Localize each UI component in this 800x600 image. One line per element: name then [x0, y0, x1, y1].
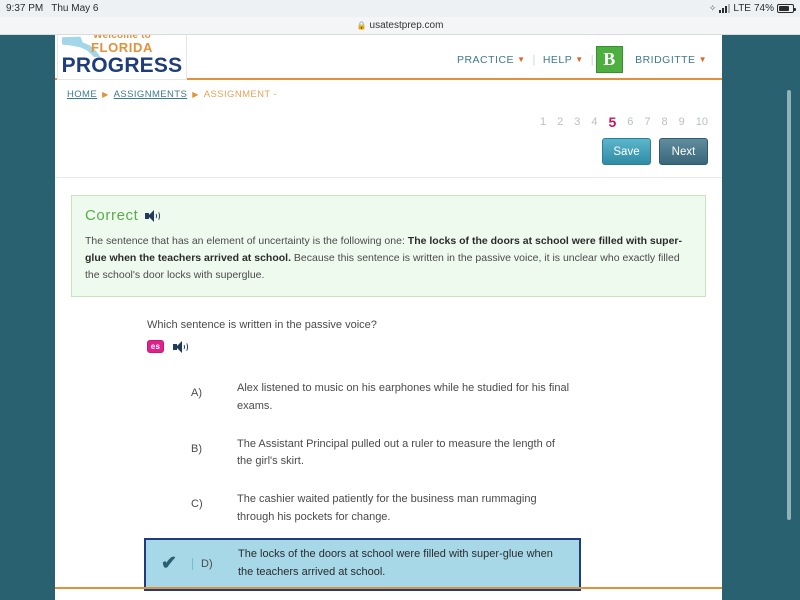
nav-practice[interactable]: PRACTICE ▼: [450, 54, 533, 66]
site-logo[interactable]: Welcome to FLORIDA PROGRESS: [57, 35, 187, 80]
caret-down-icon: ▼: [517, 54, 526, 64]
answer-options: A) Alex listened to music on his earphon…: [144, 371, 722, 591]
browser-url-bar[interactable]: 🔒 usatestprep.com: [0, 17, 800, 35]
answer-letter: A): [191, 387, 202, 399]
question-pager: 1 2 3 4 5 6 7 8 9 10: [55, 114, 722, 130]
ios-status-bar: 9:37 PM Thu May 6 ✧ LTE 74%: [0, 0, 800, 17]
chevron-right-icon: ▶: [102, 90, 109, 99]
signal-bars-icon: [719, 4, 731, 13]
site-header: Welcome to FLORIDA PROGRESS PRACTICE ▼ |…: [55, 35, 722, 80]
nav-divider: |: [590, 53, 595, 66]
answer-letter: D): [192, 557, 238, 570]
nav-help[interactable]: HELP ▼: [536, 54, 591, 66]
correct-explanation: The sentence that has an element of unce…: [85, 233, 692, 284]
pager-page-2[interactable]: 2: [557, 116, 563, 128]
logo-state-text: FLORIDA: [91, 40, 153, 55]
url-text: usatestprep.com: [369, 20, 444, 31]
footer-divider: [55, 587, 722, 589]
answer-option-c[interactable]: C) The cashier waited patiently for the …: [147, 482, 722, 533]
pager-page-1[interactable]: 1: [540, 116, 546, 128]
nav-help-label: HELP: [542, 53, 573, 66]
answer-text: The Assistant Principal pulled out a rul…: [237, 437, 555, 468]
correct-heading-row: Correct: [85, 207, 692, 224]
page-content: Welcome to FLORIDA PROGRESS PRACTICE ▼ |…: [55, 35, 722, 600]
pager-page-10[interactable]: 10: [696, 116, 708, 128]
question-tools: es: [147, 340, 722, 353]
caret-down-icon: ▼: [698, 54, 707, 64]
question-area: Which sentence is written in the passive…: [55, 297, 722, 600]
pager-page-6[interactable]: 6: [627, 116, 633, 128]
page-scrollbar[interactable]: [787, 90, 791, 520]
pager-page-4[interactable]: 4: [591, 116, 597, 128]
answer-option-d-selected[interactable]: ✔ D) The locks of the doors at school we…: [144, 537, 581, 591]
breadcrumb-home[interactable]: HOME: [67, 89, 97, 100]
pager-page-3[interactable]: 3: [574, 116, 580, 128]
clock-date: Thu May 6: [51, 3, 99, 14]
battery-percent: 74%: [753, 3, 774, 14]
logo-program-text: PROGRESS: [61, 54, 183, 77]
clock-time: 9:37 PM: [6, 3, 44, 14]
breadcrumb-current: ASSIGNMENT -: [203, 89, 278, 100]
nav-practice-label: PRACTICE: [456, 53, 515, 66]
answer-text: The locks of the doors at school were fi…: [238, 547, 553, 578]
nav-user-menu[interactable]: BRIDGITTE ▼: [628, 54, 714, 66]
pager-page-8[interactable]: 8: [662, 116, 668, 128]
next-button[interactable]: Next: [659, 138, 708, 165]
pager-page-9[interactable]: 9: [679, 116, 685, 128]
breadcrumb: HOME ▶ ASSIGNMENTS ▶ ASSIGNMENT -: [55, 80, 722, 100]
nav-user-label: BRIDGITTE: [635, 53, 696, 66]
correct-feedback-panel: Correct The sentence that has an element…: [71, 195, 706, 297]
answer-option-a[interactable]: A) Alex listened to music on his earphon…: [147, 371, 722, 422]
answer-check-slot: ✔: [146, 554, 192, 573]
answer-letter: C): [191, 498, 203, 511]
question-prompt: Which sentence is written in the passive…: [147, 319, 377, 331]
answer-text: Alex listened to music on his earphones …: [237, 382, 570, 412]
translate-spanish-icon[interactable]: es: [147, 340, 164, 353]
status-bar-left: 9:37 PM Thu May 6: [6, 3, 99, 14]
right-rail: [722, 35, 800, 600]
battery-icon: [777, 4, 796, 13]
action-buttons: Save Next: [55, 138, 722, 178]
speaker-icon[interactable]: [145, 209, 161, 222]
caret-down-icon: ▼: [575, 54, 584, 64]
answer-letter: B): [191, 442, 202, 455]
browser-viewport: Welcome to FLORIDA PROGRESS PRACTICE ▼ |…: [0, 35, 800, 600]
speaker-icon[interactable]: [173, 340, 188, 353]
save-button[interactable]: Save: [602, 138, 651, 165]
top-navigation: PRACTICE ▼ | HELP ▼ | B BRIDGITTE ▼: [450, 46, 714, 73]
explanation-lead: The sentence that has an element of unce…: [85, 235, 408, 247]
checkmark-icon: ✔: [161, 553, 177, 575]
pager-page-5-active[interactable]: 5: [608, 114, 616, 130]
breadcrumb-assignments[interactable]: ASSIGNMENTS: [114, 89, 188, 100]
left-rail: [0, 35, 55, 600]
answer-text: The cashier waited patiently for the bus…: [237, 493, 537, 524]
sync-icon: ✧: [708, 3, 717, 13]
network-label: LTE: [733, 3, 751, 14]
pager-page-7[interactable]: 7: [644, 116, 650, 128]
lock-icon: 🔒: [356, 21, 367, 30]
status-bar-right: ✧ LTE 74%: [708, 3, 796, 14]
correct-heading-label: Correct: [85, 207, 139, 224]
chevron-right-icon: ▶: [192, 90, 199, 99]
avatar[interactable]: B: [596, 46, 624, 73]
answer-option-b[interactable]: B) The Assistant Principal pulled out a …: [147, 427, 722, 478]
